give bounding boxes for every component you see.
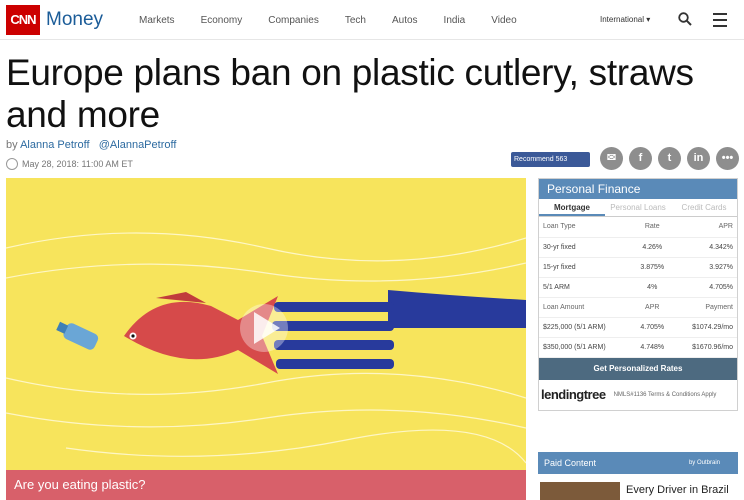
finance-tabs: Mortgage Personal Loans Credit Cards — [539, 199, 737, 217]
paid-content-title: Paid Content — [544, 458, 597, 468]
personal-finance-widget: Personal Finance Mortgage Personal Loans… — [538, 178, 738, 411]
table-row: $225,000 (5/1 ARM) 4.705% $1074.29/mo — [539, 317, 737, 338]
more-share-icon[interactable]: ••• — [716, 147, 739, 170]
table-row: 30-yr fixed 4.26% 4.342% — [539, 237, 737, 258]
paid-content-header: Paid Content by Outbrain — [538, 452, 738, 474]
nav-link-companies[interactable]: Companies — [268, 15, 319, 26]
rates-table: Loan Type Rate APR 30-yr fixed 4.26% 4.342% … — [539, 217, 737, 358]
facebook-recommend-button[interactable]: Recommend 563 — [511, 152, 590, 167]
money-brand[interactable]: Money — [46, 9, 103, 31]
search-icon[interactable] — [678, 12, 692, 31]
video-caption[interactable]: Are you eating plastic? — [6, 470, 526, 500]
table-row: $350,000 (5/1 ARM) 4.748% $1670.96/mo — [539, 337, 737, 358]
tab-credit-cards[interactable]: Credit Cards — [671, 199, 737, 216]
video-player[interactable] — [6, 178, 526, 500]
table-row: 15-yr fixed 3.875% 3.927% — [539, 257, 737, 278]
nav-link-markets[interactable]: Markets — [139, 15, 175, 26]
date-text: May 28, 2018: 11:00 AM ET — [22, 159, 133, 169]
author-link[interactable]: Alanna Petroff — [20, 139, 90, 151]
byline-prefix: by — [6, 139, 18, 151]
lendingtree-logo[interactable]: lendingtree — [541, 387, 606, 402]
edition-selector[interactable]: International ▾ — [600, 15, 650, 24]
table-row: Loan Type Rate APR — [539, 217, 737, 238]
paid-content-thumbnail[interactable] — [540, 482, 620, 500]
table-row: 5/1 ARM 4% 4.705% — [539, 277, 737, 298]
publish-date: May 28, 2018: 11:00 AM ET — [6, 158, 133, 170]
tab-personal-loans[interactable]: Personal Loans — [605, 199, 671, 216]
outbrain-label[interactable]: by Outbrain — [689, 452, 720, 474]
paid-content-teaser[interactable]: Every Driver in Brazil — [626, 484, 729, 496]
clock-icon — [6, 158, 18, 170]
get-rates-button[interactable]: Get Personalized Rates — [539, 357, 737, 380]
recommend-label: Recommend 563 — [514, 156, 568, 163]
table-row: Loan Amount APR Payment — [539, 297, 737, 318]
author-twitter-link[interactable]: @AlannaPetroff — [99, 139, 177, 151]
nav-link-autos[interactable]: Autos — [392, 15, 418, 26]
cnn-logo[interactable]: CNN — [6, 5, 40, 35]
nav-links: Markets Economy Companies Tech Autos Ind… — [139, 15, 543, 26]
fork — [272, 290, 526, 369]
widget-title: Personal Finance — [539, 179, 737, 199]
twitter-share-icon[interactable]: t — [658, 147, 681, 170]
lender-disclaimer[interactable]: NMLS#1136 Terms & Conditions Apply — [614, 392, 717, 398]
plastic-bottle — [56, 321, 99, 350]
facebook-share-icon[interactable]: f — [629, 147, 652, 170]
email-share-icon[interactable]: ✉ — [600, 147, 623, 170]
linkedin-share-icon[interactable]: in — [687, 147, 710, 170]
video-thumbnail — [6, 232, 526, 464]
nav-link-video[interactable]: Video — [491, 15, 516, 26]
share-bar: ✉ f t in ••• — [600, 147, 744, 170]
hamburger-menu-icon[interactable] — [713, 13, 727, 31]
lendingtree-footer: lendingtree NMLS#1136 Terms & Conditions… — [539, 380, 737, 410]
play-icon — [240, 304, 288, 352]
nav-link-tech[interactable]: Tech — [345, 15, 366, 26]
byline: by Alanna Petroff @AlannaPetroff — [6, 139, 176, 151]
top-nav: CNN Money Markets Economy Companies Tech… — [0, 0, 744, 40]
nav-link-india[interactable]: India — [444, 15, 466, 26]
nav-link-economy[interactable]: Economy — [201, 15, 243, 26]
tab-mortgage[interactable]: Mortgage — [539, 199, 605, 216]
article-headline: Europe plans ban on plastic cutlery, str… — [6, 52, 694, 135]
